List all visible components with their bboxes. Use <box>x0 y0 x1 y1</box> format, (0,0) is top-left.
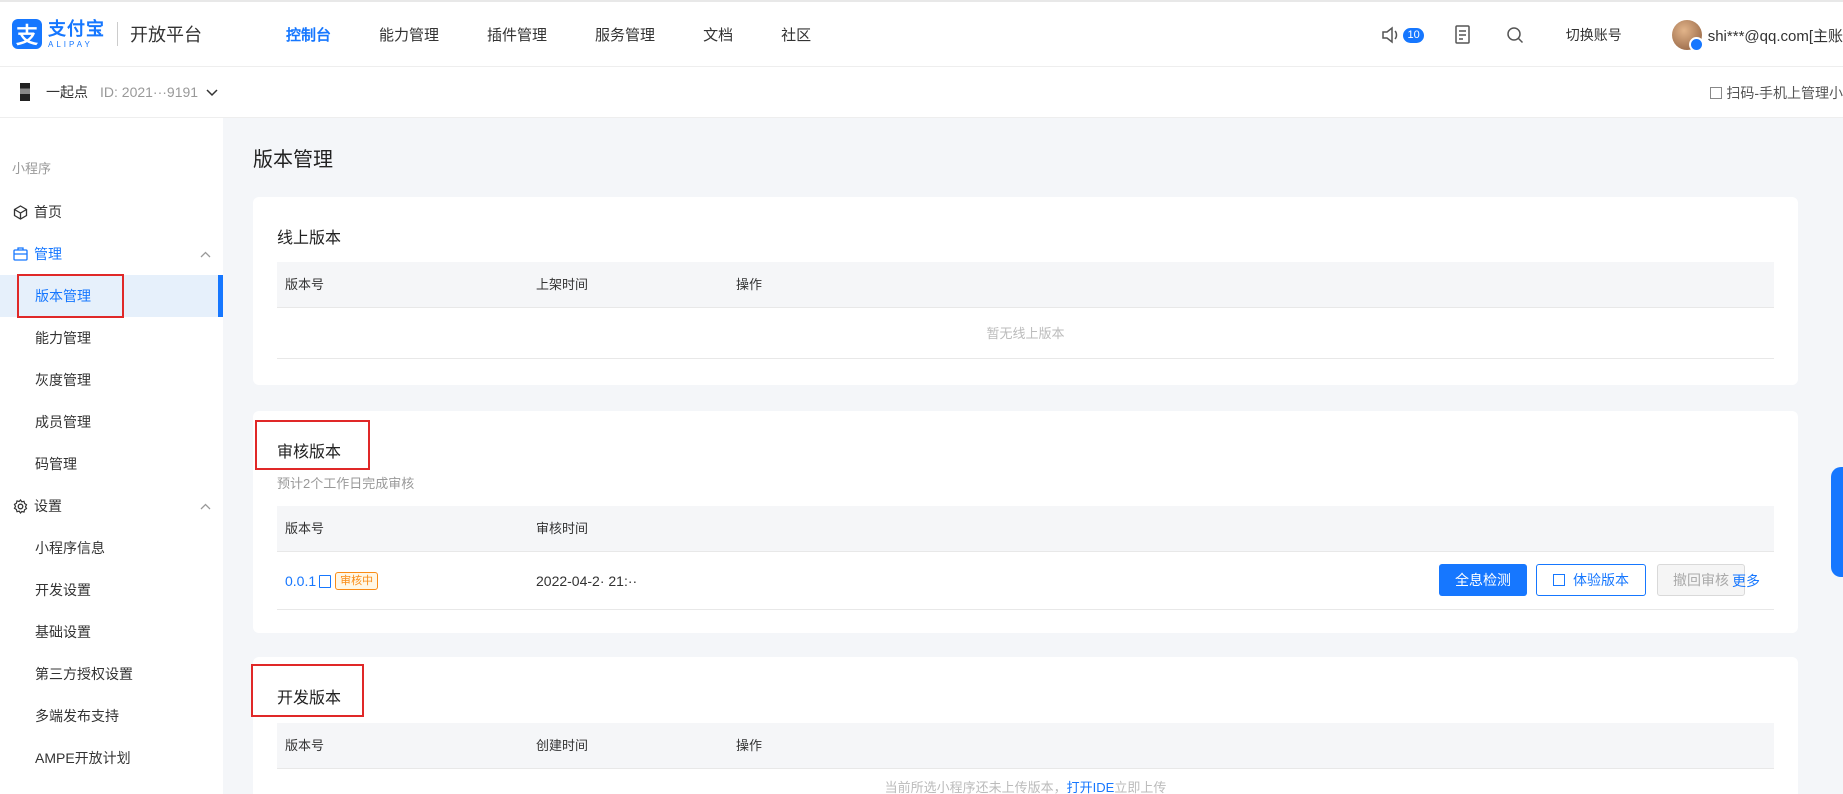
status-badge: 审核中 <box>335 572 379 590</box>
qrcode-icon <box>1553 574 1565 586</box>
version-cell: 0.0.1 审核中 <box>285 552 379 610</box>
app-logo-icon <box>20 83 30 101</box>
version-link[interactable]: 0.0.1 <box>285 573 316 589</box>
scan-label: 扫码-手机上管理小 <box>1726 85 1843 101</box>
column-header: 创建时间 <box>536 738 589 753</box>
highlight-box <box>17 274 124 318</box>
scan-manage-link[interactable]: 扫码-手机上管理小 <box>1710 67 1843 119</box>
sidebar-item-dev-settings[interactable]: 开发设置 <box>0 569 223 611</box>
account-name[interactable]: shi***@qq.com[主账 <box>1708 25 1843 46</box>
review-time: 2022-04-2· 21:·· <box>536 573 638 589</box>
logo-en-text: ALIPAY <box>48 39 93 49</box>
app-name[interactable]: 一起点 <box>46 82 88 102</box>
table-header: 版本号 创建时间 操作 <box>277 723 1774 769</box>
speaker-icon <box>1380 24 1402 46</box>
empty-hint: 当前所选小程序还未上传版本， <box>884 780 1067 794</box>
briefcase-icon <box>12 246 28 262</box>
card-title: 线上版本 <box>277 230 342 247</box>
floating-help-tab[interactable] <box>1831 467 1843 577</box>
open-ide-link[interactable]: 打开IDE <box>1067 780 1115 794</box>
nav-plugin[interactable]: 插件管理 <box>463 1 571 67</box>
empty-hint-suffix: 立即上传 <box>1114 780 1167 794</box>
nav-service[interactable]: 服务管理 <box>571 1 679 67</box>
card-subtitle: 预计2个工作日完成审核 <box>277 476 415 491</box>
logo-cn-text: 支付宝 <box>48 18 105 39</box>
sidebar-item-label: 首页 <box>34 204 62 220</box>
nav-community[interactable]: 社区 <box>757 1 835 67</box>
sidebar-group-settings[interactable]: 设置 <box>12 496 211 516</box>
app-selector-bar: 一起点 ID: 2021···9191 扫码-手机上管理小 <box>0 66 1843 118</box>
chevron-up-icon <box>200 499 211 513</box>
top-right-tools: 10 切换账号 shi***@qq.com[主账 <box>1380 2 1843 68</box>
top-navigation: 支 支付宝 ALIPAY 开放平台 控制台 能力管理 插件管理 服务管理 文档 … <box>0 0 1843 66</box>
sidebar-item-third-party-auth[interactable]: 第三方授权设置 <box>0 653 223 695</box>
dev-version-card: 开发版本 版本号 创建时间 操作 当前所选小程序还未上传版本，打开IDE立即上传 <box>253 657 1798 794</box>
chevron-down-icon[interactable] <box>206 84 218 100</box>
column-header: 审核时间 <box>536 521 589 536</box>
nav-console[interactable]: 控制台 <box>262 1 355 67</box>
search-icon[interactable] <box>1504 24 1526 46</box>
sidebar-item-home[interactable]: 首页 <box>12 202 211 222</box>
document-icon[interactable] <box>1452 24 1474 46</box>
table-header: 版本号 上架时间 操作 <box>277 262 1774 308</box>
sidebar-item-code-manage[interactable]: 码管理 <box>0 443 223 485</box>
empty-state: 暂无线上版本 <box>277 308 1774 359</box>
trial-version-label: 体验版本 <box>1573 572 1629 588</box>
trial-version-button[interactable]: 体验版本 <box>1536 564 1646 596</box>
table-header: 版本号 审核时间 <box>277 506 1774 552</box>
sidebar-item-multi-platform[interactable]: 多端发布支持 <box>0 695 223 737</box>
alipay-logo[interactable]: 支 支付宝 ALIPAY 开放平台 <box>12 1 202 67</box>
qrcode-icon <box>1710 87 1723 99</box>
highlight-box <box>251 664 364 717</box>
chevron-up-icon <box>200 247 211 261</box>
app-id: ID: 2021···9191 <box>100 84 199 100</box>
column-header: 版本号 <box>285 277 325 292</box>
sidebar-item-ampe[interactable]: AMPE开放计划 <box>0 737 223 779</box>
gear-icon <box>12 498 28 514</box>
column-header: 版本号 <box>285 738 325 753</box>
switch-account-link[interactable]: 切换账号 <box>1566 25 1622 45</box>
sidebar-item-basic-settings[interactable]: 基础设置 <box>0 611 223 653</box>
platform-name: 开放平台 <box>130 25 202 45</box>
column-header: 操作 <box>736 277 763 292</box>
empty-state: 当前所选小程序还未上传版本，打开IDE立即上传 <box>277 777 1774 794</box>
logo-divider <box>117 22 118 46</box>
sidebar-category: 小程序 <box>12 161 52 176</box>
sidebar-item-gray-manage[interactable]: 灰度管理 <box>0 359 223 401</box>
sidebar-group-manage[interactable]: 管理 <box>12 244 211 264</box>
sidebar-item-member-manage[interactable]: 成员管理 <box>0 401 223 443</box>
full-check-button[interactable]: 全息检测 <box>1439 564 1527 596</box>
main-nav: 控制台 能力管理 插件管理 服务管理 文档 社区 <box>262 1 835 67</box>
sidebar-group-label: 设置 <box>34 498 62 514</box>
alipay-logo-icon: 支 <box>12 19 42 49</box>
notification-button[interactable]: 10 <box>1380 24 1424 46</box>
highlight-box <box>255 420 370 470</box>
document-icon[interactable] <box>319 574 332 588</box>
notification-count: 10 <box>1403 27 1424 43</box>
cube-icon <box>12 204 28 220</box>
nav-capability[interactable]: 能力管理 <box>355 1 463 67</box>
column-header: 版本号 <box>285 521 325 536</box>
column-header: 上架时间 <box>536 277 589 292</box>
sidebar-group-label: 管理 <box>34 246 62 262</box>
nav-docs[interactable]: 文档 <box>679 1 757 67</box>
more-link[interactable]: 更多 <box>1732 552 1760 610</box>
avatar[interactable] <box>1671 20 1704 52</box>
page-title: 版本管理 <box>253 149 333 171</box>
sidebar-item-capability-manage[interactable]: 能力管理 <box>0 317 223 359</box>
column-header: 操作 <box>736 738 763 753</box>
table-row: 0.0.1 审核中 2022-04-2· 21:·· 全息检测 体验版本 撤回审… <box>277 552 1774 610</box>
sidebar: 小程序 首页 管理 版本管理 能力管理 灰度管理 成员管理 码管理 设置 小程序… <box>0 118 223 794</box>
sidebar-item-app-info[interactable]: 小程序信息 <box>0 527 223 569</box>
online-version-card: 线上版本 版本号 上架时间 操作 暂无线上版本 <box>253 197 1798 385</box>
review-version-card: 审核版本 预计2个工作日完成审核 版本号 审核时间 0.0.1 审核中 2022… <box>253 411 1798 633</box>
